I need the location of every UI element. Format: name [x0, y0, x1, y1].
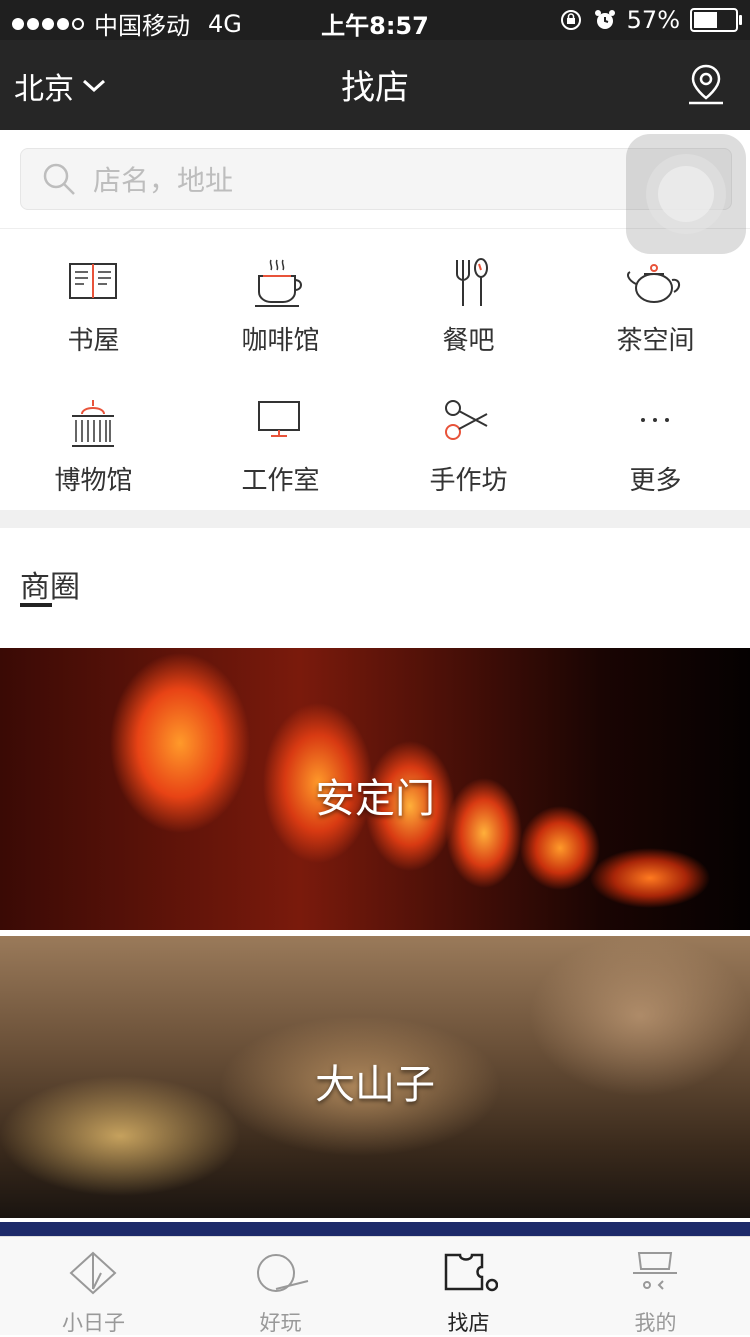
category-label: 餐吧	[442, 326, 495, 356]
tab-bar: 小日子 好玩 找店 我的	[0, 1236, 750, 1335]
section-title-underline	[20, 603, 52, 607]
map-pin-icon	[689, 64, 723, 105]
tab-label: 我的	[634, 1311, 677, 1335]
category-label: 更多	[629, 466, 682, 496]
category-grid: 书屋 咖啡馆 餐吧 茶空间 博物馆 工作室 手作坊 更多	[0, 228, 750, 510]
category-restaurant[interactable]: 餐吧	[375, 228, 562, 368]
category-label: 书屋	[67, 326, 120, 356]
battery-fill	[694, 12, 717, 28]
category-museum[interactable]: 博物馆	[0, 368, 187, 508]
nav-bar: 北京 找店	[0, 40, 750, 130]
store-icon	[444, 1253, 498, 1292]
assistive-touch-core	[658, 166, 714, 222]
status-bar: 中国移动 4G 上午8:57 57%	[0, 0, 750, 40]
tab-fun[interactable]: 好玩	[187, 1237, 374, 1335]
district-card-andingmen[interactable]: 安定门	[0, 648, 750, 930]
category-bookstore[interactable]: 书屋	[0, 228, 187, 368]
tab-find-store[interactable]: 找店	[375, 1237, 562, 1335]
page-title: 找店	[341, 68, 409, 108]
teapot-icon	[627, 264, 680, 303]
profile-icon	[633, 1252, 677, 1290]
category-label: 博物馆	[54, 466, 133, 496]
museum-icon	[72, 400, 114, 447]
category-tea[interactable]: 茶空间	[562, 228, 749, 368]
tab-label: 好玩	[259, 1311, 302, 1335]
coffee-cup-icon	[255, 259, 302, 307]
more-icon	[641, 418, 669, 422]
category-label: 茶空间	[616, 326, 695, 356]
orientation-lock-icon	[560, 10, 581, 30]
category-cafe[interactable]: 咖啡馆	[187, 228, 374, 368]
tab-label: 找店	[447, 1311, 490, 1335]
category-studio[interactable]: 工作室	[187, 368, 374, 508]
district-name: 安定门	[315, 776, 435, 822]
tab-profile[interactable]: 我的	[562, 1237, 749, 1335]
category-label: 咖啡馆	[241, 326, 320, 356]
alarm-icon	[594, 10, 615, 29]
battery-icon	[690, 8, 742, 32]
category-label: 手作坊	[429, 466, 508, 496]
location-button[interactable]	[686, 62, 726, 110]
category-more[interactable]: 更多	[562, 368, 749, 508]
category-workshop[interactable]: 手作坊	[375, 368, 562, 508]
district-card-dashanzi[interactable]: 大山子	[0, 936, 750, 1218]
section-divider	[0, 510, 750, 528]
search-input[interactable]	[91, 149, 635, 211]
section-title: 商圈	[20, 570, 80, 605]
monitor-icon	[258, 401, 300, 437]
district-name: 大山子	[315, 1062, 435, 1108]
diamond-icon	[69, 1251, 117, 1295]
scissors-icon	[445, 400, 488, 440]
category-label: 工作室	[241, 466, 320, 496]
status-right: 57%	[559, 6, 742, 34]
tab-daily[interactable]: 小日子	[0, 1237, 187, 1335]
fork-spoon-icon	[456, 258, 488, 306]
battery-percent: 57%	[626, 6, 680, 34]
circle-icon	[257, 1254, 309, 1292]
tab-label: 小日子	[62, 1311, 125, 1335]
search-icon	[43, 163, 75, 195]
book-icon	[69, 263, 117, 299]
